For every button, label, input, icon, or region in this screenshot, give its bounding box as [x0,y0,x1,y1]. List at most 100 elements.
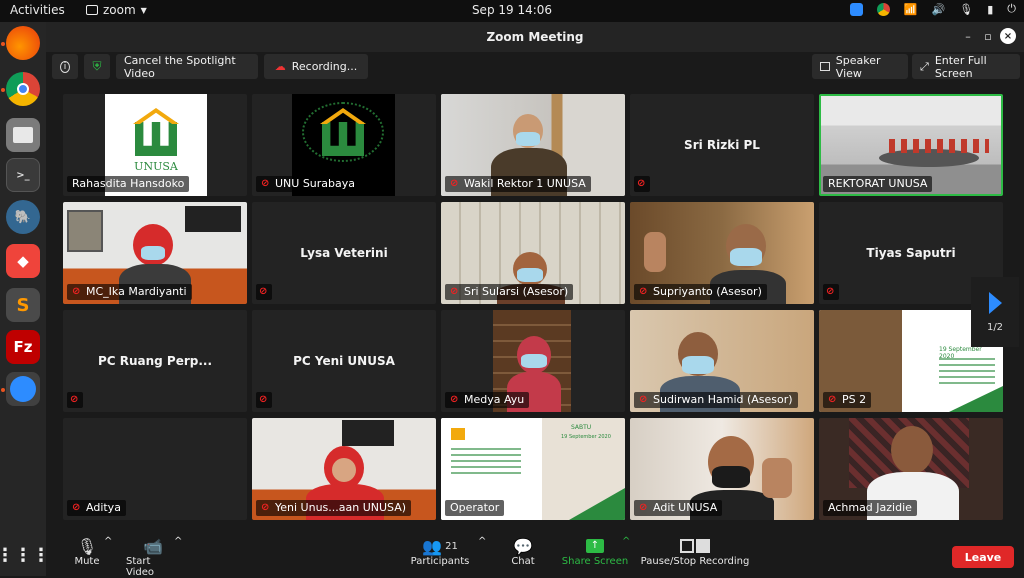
files-icon[interactable] [6,118,40,152]
pgadmin-icon[interactable]: 🐘 [6,200,40,234]
participant-tile[interactable]: SABTU 19 September 2020 Operator [441,418,625,520]
anydesk-icon[interactable]: ◆ [6,244,40,278]
participant-tile[interactable]: UNUSA Rahasdita Hansdoko [63,94,247,196]
next-page-button[interactable]: 1/2 [971,277,1019,347]
clock[interactable]: Sep 19 14:06 [472,3,552,17]
app-menu[interactable]: zoom ▼ [86,3,147,17]
mic-muted-icon: ⊘ [261,178,270,189]
participant-center-name: Lysa Veterini [300,246,388,260]
speaker-view-label: Speaker View [835,53,881,80]
activities-button[interactable]: Activities [10,3,65,17]
participant-tile[interactable]: PC Ruang Perp... ⊘ [63,310,247,412]
participant-tile[interactable]: Sri Rizki PL ⊘ [630,94,814,196]
participant-tile[interactable]: ⊘ MC_Ika Mardiyanti [63,202,247,304]
mic-muted-icon: ⊘ [450,178,459,189]
minimize-button[interactable]: – [960,28,976,44]
face-mask [517,268,543,282]
participant-tile[interactable]: ⊘ Sri Sularsi (Asesor) [441,202,625,304]
chat-button[interactable]: 💬 Chat [510,536,536,568]
zoom-tray-icon[interactable] [849,2,863,16]
share-options-caret[interactable]: ^ [622,536,630,547]
participant-tile[interactable]: PC Yeni UNUSA ⊘ [252,310,436,412]
mic-muted-icon: ⊘ [70,394,79,405]
battery-icon[interactable]: ▮ [987,3,993,16]
slide-date: 19 September 2020 [561,434,611,440]
security-button[interactable]: ⛨ [84,54,110,79]
mic-muted-icon: ⊘ [259,394,268,405]
recording-label: Recording... [291,60,358,73]
chrome-icon[interactable] [6,72,40,106]
participant-name: REKTORAT UNUSA [828,177,928,190]
participants-button[interactable]: 👥 21 Participants [410,536,470,568]
pause-stop-icon [680,536,710,556]
info-icon: i [60,60,70,73]
person-hand [644,232,666,272]
share-screen-button[interactable]: ↑ Share Screen [560,536,630,567]
participant-tile[interactable]: ⊘ Yeni Unus...aan UNUSA) [252,418,436,520]
recording-status[interactable]: ☁ Recording... [264,54,368,79]
mute-button[interactable]: 🎙 Mute [74,536,100,568]
participant-tile[interactable]: ⊘ Supriyanto (Asesor) [630,202,814,304]
meeting-top-toolbar: i ⛨ Cancel the Spotlight Video ☁ Recordi… [46,52,1024,82]
system-top-bar: Activities zoom ▼ Sep 19 14:06 📶 🔊 🎙 ▮ ⏻ [0,0,1024,22]
participant-tile[interactable]: REKTORAT UNUSA [819,94,1003,196]
show-applications-icon[interactable]: ⋮⋮⋮ [0,538,50,572]
power-icon[interactable]: ⏻ [1007,2,1016,16]
participant-tile[interactable]: Achmad Jazidie [819,418,1003,520]
slide-text-lines [939,358,995,384]
volume-icon[interactable]: 🔊 [932,3,946,16]
mic-muted-icon: ⊘ [637,178,646,189]
participant-tile[interactable]: ⊘ Sudirwan Hamid (Asesor) [630,310,814,412]
terminal-icon[interactable]: >_ [6,158,40,192]
participant-tile[interactable]: ⊘ Medya Ayu [441,310,625,412]
participant-name-label: ⊘ Aditya [67,500,126,516]
participants-label: Participants [410,556,470,567]
meeting-info-button[interactable]: i [52,54,78,79]
pause-stop-recording-button[interactable]: Pause/Stop Recording [640,536,750,567]
participant-name: MC_Ika Mardiyanti [86,285,187,298]
participants-options-caret[interactable]: ^ [478,536,486,547]
close-button[interactable]: × [1000,28,1016,44]
participant-tile[interactable]: ⊘ UNU Surabaya [252,94,436,196]
participant-tile[interactable]: ⊘ Aditya [63,418,247,520]
participant-name-label: ⊘ Adit UNUSA [634,500,723,516]
speaker-view-button[interactable]: Speaker View [812,53,908,80]
mic-muted-icon: ⊘ [826,286,835,297]
firefox-icon[interactable] [6,26,40,60]
participant-name-label: ⊘ PS 2 [823,392,872,408]
participant-tile[interactable]: Lysa Veterini ⊘ [252,202,436,304]
mic-muted-icon: ⊘ [261,502,270,513]
face-mask [516,132,540,146]
zoom-icon[interactable] [6,372,40,406]
video-options-caret[interactable]: ^ [174,536,182,547]
cloud-recording-icon: ☁ [274,60,286,73]
chrome-tray-icon[interactable] [876,2,890,16]
maximize-button[interactable]: ▫ [980,28,996,44]
chat-icon: 💬 [513,536,533,556]
mic-muted-badge: ⊘ [256,284,272,300]
zoom-window: Zoom Meeting – ▫ × i ⛨ Cancel the Spotli… [46,22,1024,578]
microphone-icon[interactable]: 🎙 [959,3,973,16]
unusa-logo-text: UNUSA [134,160,178,173]
full-screen-button[interactable]: ⤢ Enter Full Screen [912,54,1020,80]
participant-name: Sudirwan Hamid (Asesor) [653,393,793,406]
participant-name: Yeni Unus...aan UNUSA) [275,501,407,514]
filezilla-icon[interactable]: Fz [6,330,40,364]
participant-tile[interactable]: ⊘ Adit UNUSA [630,418,814,520]
wifi-icon[interactable]: 📶 [904,3,918,16]
participant-name-label: REKTORAT UNUSA [823,176,933,192]
leave-button[interactable]: Leave [952,546,1014,568]
person-head [891,426,933,474]
participant-name: Sri Sularsi (Asesor) [464,285,569,298]
participant-name: PS 2 [842,393,867,406]
mic-muted-icon: ⊘ [72,286,81,297]
mic-muted-badge: ⊘ [67,392,83,408]
person-hand [762,458,792,498]
expand-icon: ⤢ [920,59,929,73]
audio-options-caret[interactable]: ^ [104,536,112,547]
cancel-spotlight-button[interactable]: Cancel the Spotlight Video [116,54,258,80]
sublime-icon[interactable]: S [6,288,40,322]
start-video-button[interactable]: 📹 Start Video [126,536,180,578]
participant-tile[interactable]: ⊘ Wakil Rektor 1 UNUSA [441,94,625,196]
participant-name-label: Rahasdita Hansdoko [67,176,190,192]
